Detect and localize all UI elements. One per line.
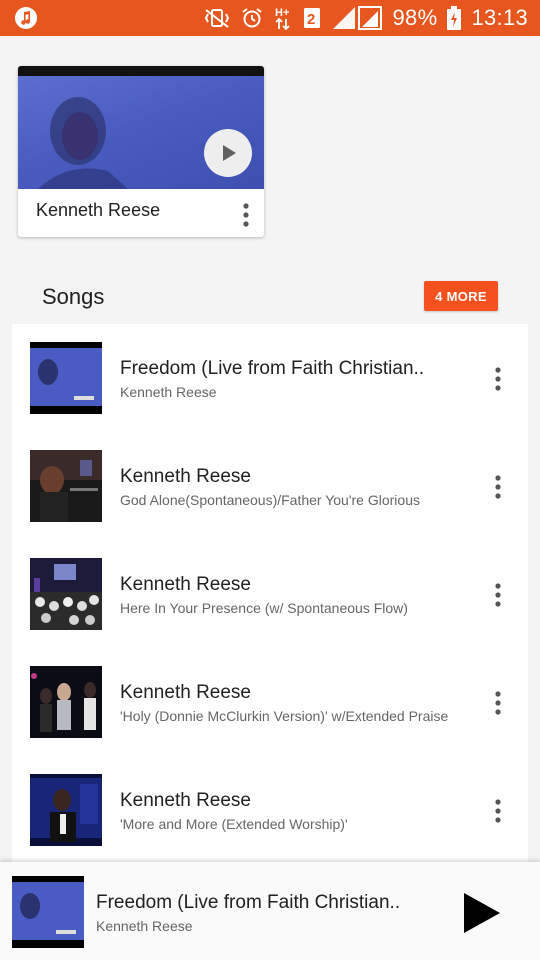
now-playing-title: Freedom (Live from Faith Christian.. <box>96 892 401 913</box>
song-subtitle: God Alone(Spontaneous)/Father You're Glo… <box>120 492 420 508</box>
song-thumbnail <box>30 666 102 738</box>
artist-card[interactable]: Kenneth Reese <box>18 66 264 237</box>
song-title: Kenneth Reese <box>120 790 251 811</box>
svg-text:2: 2 <box>307 11 315 28</box>
song-thumbnail <box>30 774 102 846</box>
song-title: Freedom (Live from Faith Christian.. <box>120 358 425 379</box>
song-row[interactable]: Kenneth Reese 'Holy (Donnie McClurkin Ve… <box>12 648 528 756</box>
song-subtitle: Kenneth Reese <box>120 384 217 400</box>
artist-thumbnail <box>18 66 264 189</box>
vibrate-off-icon <box>203 7 231 29</box>
music-note-icon <box>14 6 38 30</box>
now-playing-thumbnail <box>12 876 84 948</box>
song-overflow-menu-icon[interactable] <box>492 690 504 716</box>
status-bar: H+ 2 98% 13:13 <box>0 0 540 36</box>
artist-name: Kenneth Reese <box>36 200 161 220</box>
svg-text:H+: H+ <box>275 7 289 19</box>
song-subtitle: 'More and More (Extended Worship)' <box>120 816 348 832</box>
now-playing-artist: Kenneth Reese <box>96 918 193 934</box>
play-icon[interactable] <box>458 890 504 936</box>
song-title: Kenneth Reese <box>120 466 251 487</box>
song-row[interactable]: Freedom (Live from Faith Christian.. Ken… <box>12 324 528 432</box>
song-row[interactable]: Kenneth Reese God Alone(Spontaneous)/Fat… <box>12 432 528 540</box>
alarm-icon <box>241 7 263 29</box>
signal-icon <box>331 5 383 31</box>
songs-heading: Songs <box>42 284 105 309</box>
song-title: Kenneth Reese <box>120 574 251 595</box>
song-row[interactable]: Kenneth Reese Here In Your Presence (w/ … <box>12 540 528 648</box>
song-overflow-menu-icon[interactable] <box>492 798 504 824</box>
play-icon <box>223 145 236 161</box>
songs-list: Freedom (Live from Faith Christian.. Ken… <box>12 324 528 884</box>
song-thumbnail <box>30 342 102 414</box>
song-overflow-menu-icon[interactable] <box>492 366 504 392</box>
battery-charging-icon <box>447 6 462 30</box>
battery-percent: 98% <box>392 5 438 30</box>
sim-two-icon: 2 <box>303 7 321 29</box>
song-thumbnail <box>30 558 102 630</box>
song-title: Kenneth Reese <box>120 682 251 703</box>
data-arrows-icon: H+ <box>273 5 293 31</box>
artist-play-button[interactable] <box>204 129 252 177</box>
song-row[interactable]: Kenneth Reese 'More and More (Extended W… <box>12 756 528 864</box>
clock: 13:13 <box>471 5 528 30</box>
song-overflow-menu-icon[interactable] <box>492 582 504 608</box>
artist-overflow-menu-icon[interactable] <box>240 202 252 228</box>
song-subtitle: 'Holy (Donnie McClurkin Version)' w/Exte… <box>120 708 449 724</box>
song-subtitle: Here In Your Presence (w/ Spontaneous Fl… <box>120 600 408 616</box>
song-overflow-menu-icon[interactable] <box>492 474 504 500</box>
song-thumbnail <box>30 450 102 522</box>
now-playing-bar[interactable]: Freedom (Live from Faith Christian.. Ken… <box>0 862 540 960</box>
more-songs-button[interactable]: 4 MORE <box>424 281 498 311</box>
